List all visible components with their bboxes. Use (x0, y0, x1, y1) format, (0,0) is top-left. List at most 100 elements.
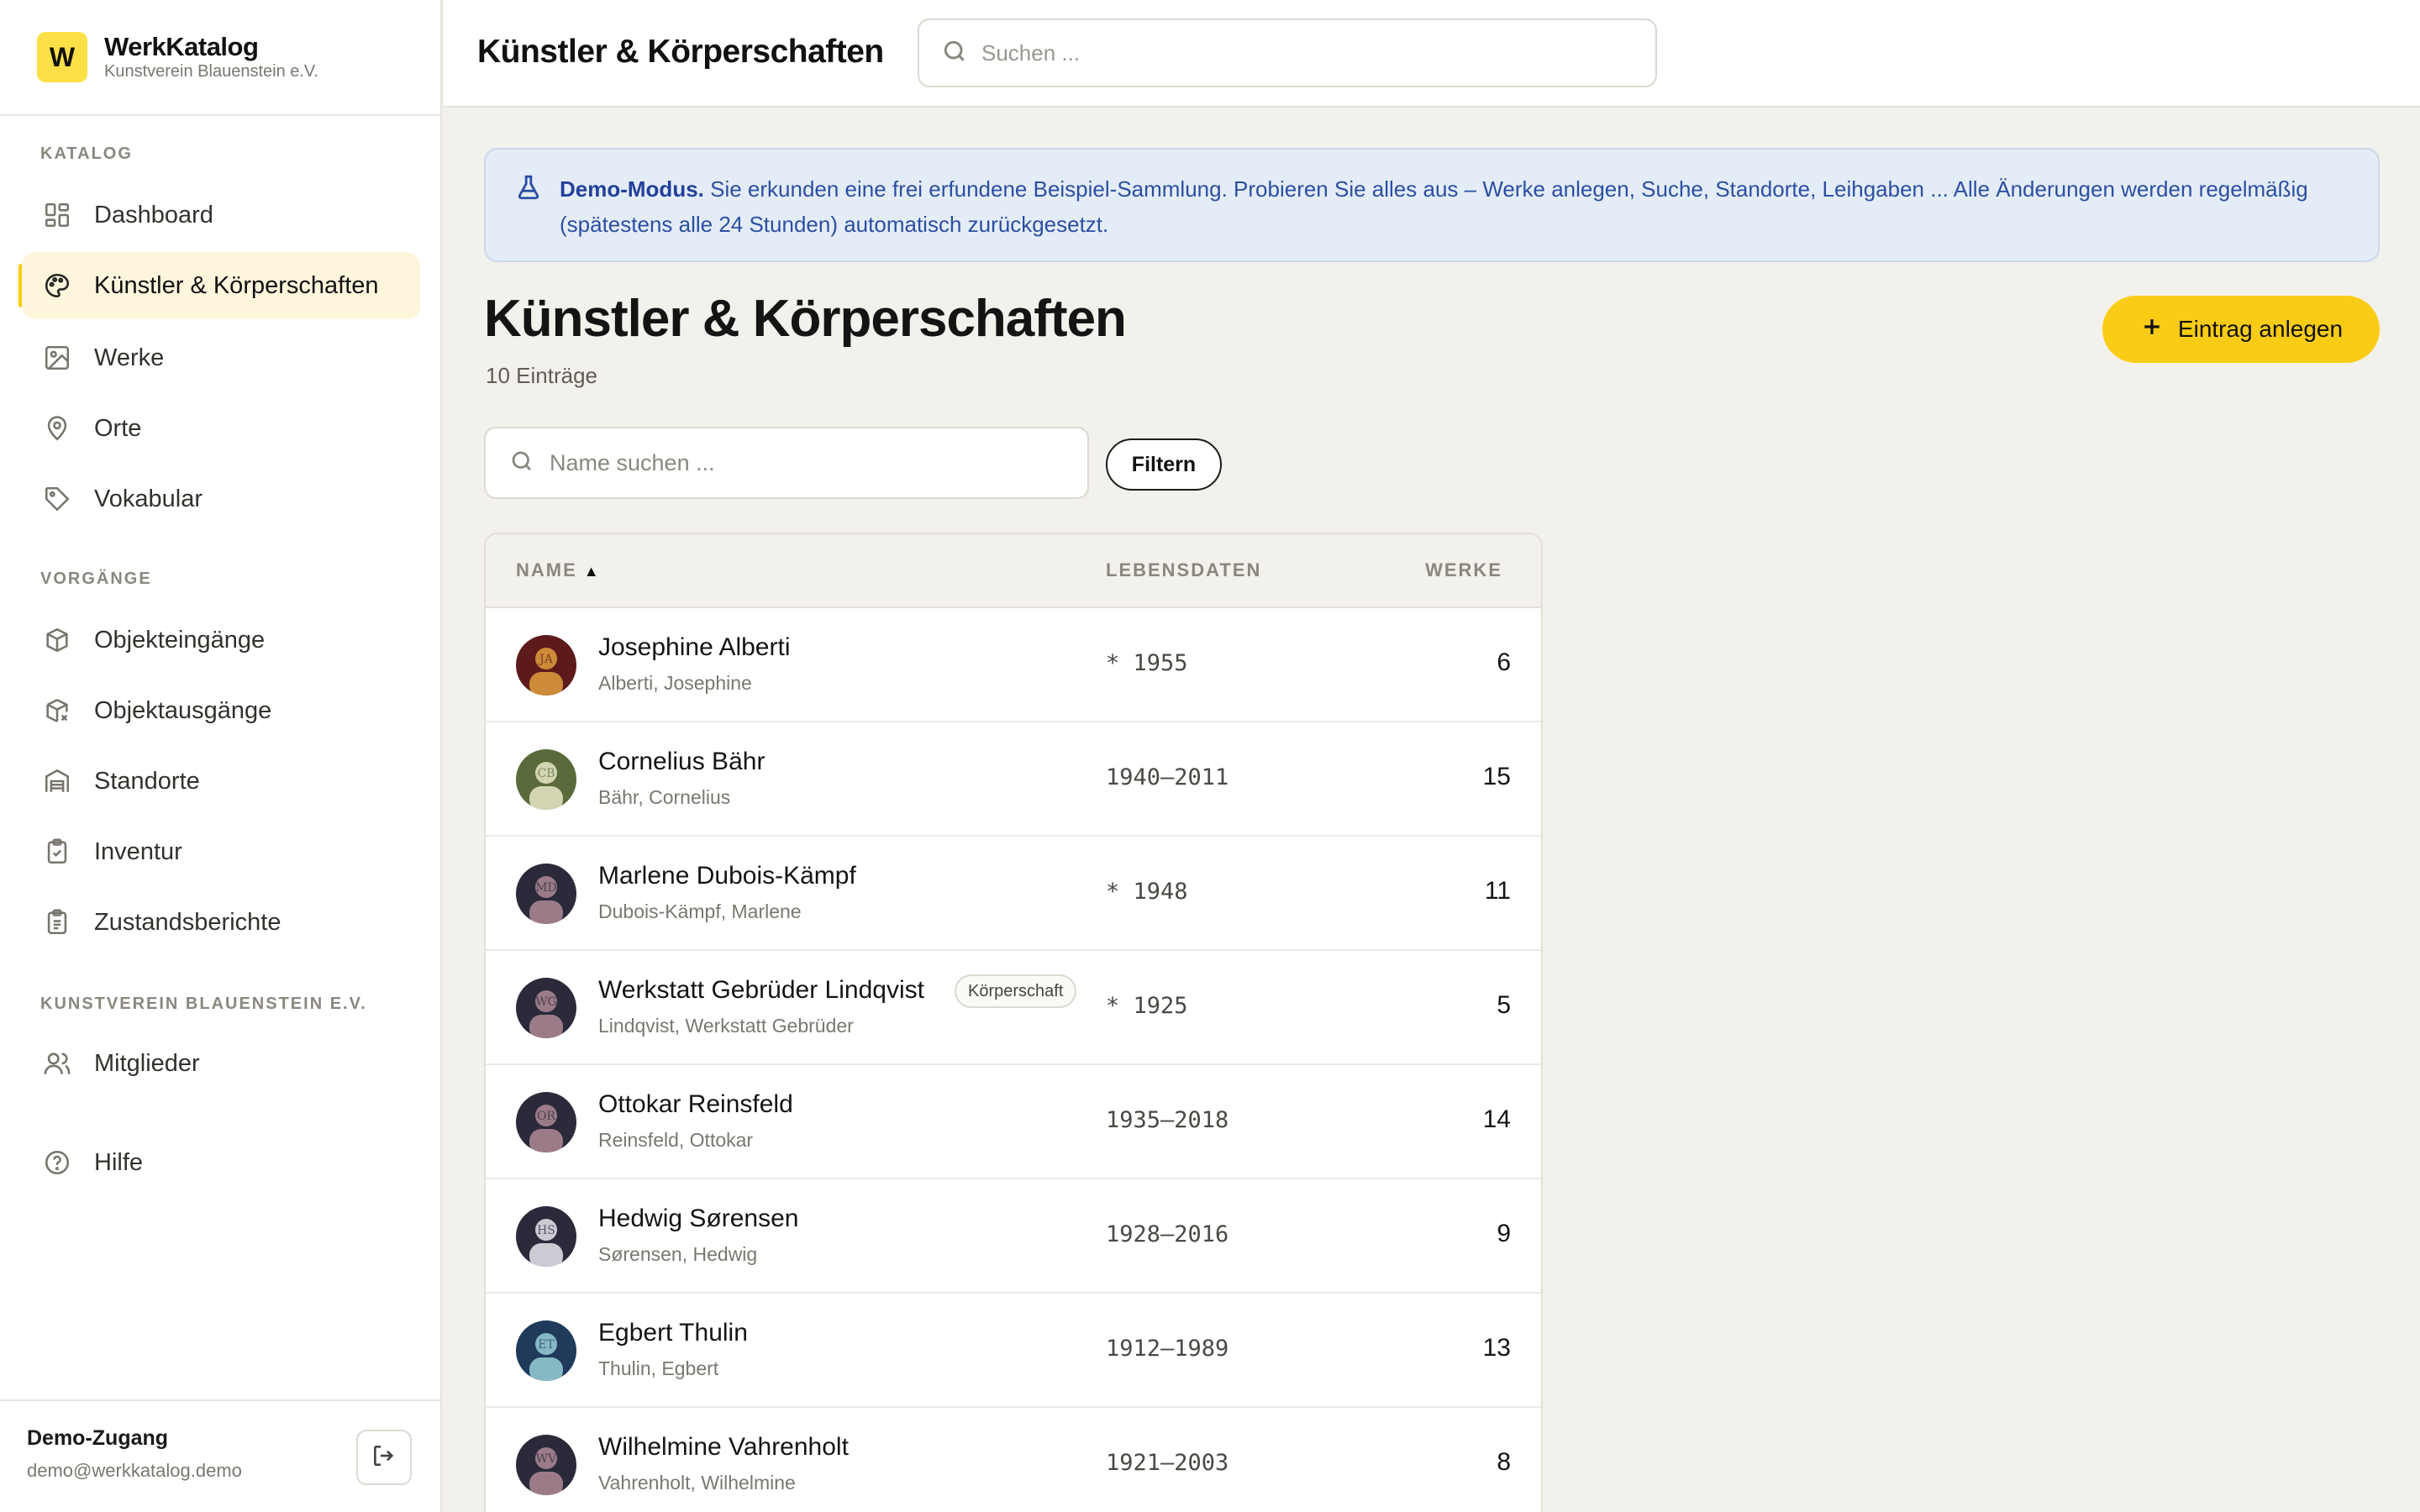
artist-name[interactable]: Marlene Dubois-Kämpf (598, 862, 856, 890)
sidebar-item-inventur[interactable]: Inventur (22, 818, 420, 885)
search-icon (941, 38, 968, 69)
sidebar-item-zustandsberichte[interactable]: Zustandsberichte (22, 889, 420, 956)
demo-banner-text: Demo-Modus. Sie erkunden eine frei erfun… (560, 171, 2344, 242)
name-search[interactable] (484, 427, 1089, 499)
avatar: OR (516, 1092, 576, 1152)
artist-name[interactable]: Egbert Thulin (598, 1319, 748, 1347)
dashboard-icon (42, 200, 72, 230)
avatar: WG (516, 978, 576, 1038)
global-search-input[interactable] (981, 39, 1620, 66)
svg-text:HS: HS (537, 1224, 555, 1237)
works-count: 6 (1497, 648, 1511, 676)
demo-banner-message: Sie erkunden eine frei erfundene Beispie… (560, 176, 2308, 237)
sidebar-item-objekteingaenge[interactable]: Objekteingänge (22, 606, 420, 674)
sidebar-item-label: Standorte (94, 767, 200, 795)
sidebar-item-standorte[interactable]: Standorte (22, 748, 420, 815)
plus-icon (2139, 314, 2178, 345)
artist-name[interactable]: Hedwig Sørensen (598, 1205, 798, 1233)
works-count: 11 (1484, 877, 1511, 905)
sidebar-item-orte[interactable]: Orte (22, 395, 420, 462)
topbar: Künstler & Körperschaften (444, 0, 2420, 108)
logout-icon (371, 1442, 397, 1473)
sidebar-item-label: Objekteingänge (94, 626, 266, 654)
filter-button[interactable]: Filtern (1106, 438, 1222, 491)
package-in-icon (42, 625, 72, 655)
image-icon (42, 343, 72, 373)
sidebar-item-vokabular[interactable]: Vokabular (22, 465, 420, 533)
works-count: 8 (1497, 1448, 1511, 1476)
column-header-dates[interactable]: LEBENSDATEN (1106, 559, 1261, 581)
name-search-input[interactable] (550, 449, 1054, 476)
sidebar-item-dashboard[interactable]: Dashboard (22, 181, 420, 249)
life-dates: 1921–2003 (1106, 1450, 1229, 1476)
brand-subtitle: Kunstverein Blauenstein e.V. (104, 62, 318, 81)
brand[interactable]: W WerkKatalog Kunstverein Blauenstein e.… (0, 0, 440, 116)
artist-sort-name: Lindqvist, Werkstatt Gebrüder (598, 1015, 854, 1037)
sidebar-item-label: Hilfe (94, 1148, 144, 1176)
tag-icon (42, 484, 72, 514)
artist-name[interactable]: Wilhelmine Vahrenholt (598, 1433, 849, 1462)
table-body: JA Josephine Alberti Alberti, Josephine * 1… (486, 608, 1541, 1512)
sidebar-item-label: Künstler & Körperschaften (94, 271, 379, 299)
artist-sort-name: Reinsfeld, Ottokar (598, 1129, 754, 1151)
add-entry-label: Eintrag anlegen (2177, 316, 2344, 342)
global-search[interactable] (918, 18, 1657, 87)
works-count: 15 (1482, 763, 1511, 790)
sidebar-item-hilfe[interactable]: Hilfe (22, 1129, 420, 1196)
type-badge: Körperschaft (955, 974, 1077, 1008)
avatar: MD (516, 864, 576, 924)
sidebar-item-kuenstler[interactable]: Künstler & Körperschaften (22, 252, 420, 319)
logout-button[interactable] (356, 1430, 412, 1485)
brand-logo: W (37, 32, 87, 82)
section-label-verein: KUNSTVEREIN BLAUENSTEIN E.V. (40, 995, 367, 1013)
svg-text:CB: CB (538, 767, 555, 780)
table-row[interactable]: MD Marlene Dubois-Kämpf Dubois-Kämpf, Marl… (486, 837, 1541, 951)
sidebar-item-label: Dashboard (94, 201, 213, 228)
life-dates: * 1925 (1106, 993, 1188, 1019)
artist-name[interactable]: Werkstatt Gebrüder Lindqvist (598, 976, 924, 1005)
package-out-icon (42, 696, 72, 726)
users-icon (42, 1048, 72, 1079)
flask-icon (514, 173, 543, 202)
table-row[interactable]: WV Wilhelmine Vahrenholt Vahrenholt, Wilhe… (486, 1408, 1541, 1512)
artist-sort-name: Dubois-Kämpf, Marlene (598, 900, 802, 922)
sidebar-item-mitglieder[interactable]: Mitglieder (22, 1030, 420, 1097)
artist-name[interactable]: Ottokar Reinsfeld (598, 1090, 793, 1119)
svg-text:WG: WG (535, 995, 557, 1009)
sidebar-item-werke[interactable]: Werke (22, 324, 420, 391)
artist-sort-name: Thulin, Egbert (598, 1357, 719, 1379)
table-row[interactable]: ET Egbert Thulin Thulin, Egbert 1912–1989 13 (486, 1294, 1541, 1408)
brand-name: WerkKatalog (104, 32, 259, 61)
table-row[interactable]: WG Werkstatt Gebrüder Lindqvist Körperscha… (486, 951, 1541, 1065)
palette-icon (42, 270, 72, 301)
table-row[interactable]: JA Josephine Alberti Alberti, Josephine * 1… (486, 608, 1541, 722)
entry-count: 10 Einträge (486, 363, 597, 388)
life-dates: 1935–2018 (1106, 1107, 1229, 1133)
works-count: 5 (1497, 991, 1511, 1019)
sidebar-item-label: Vokabular (94, 485, 203, 512)
warehouse-icon (42, 766, 72, 796)
column-header-works[interactable]: WERKE (1425, 559, 1502, 581)
sidebar-footer: Demo-Zugang demo@werkkatalog.demo (0, 1399, 440, 1512)
column-header-name[interactable]: NAME ▲ (516, 559, 599, 581)
artist-name[interactable]: Josephine Alberti (598, 633, 791, 662)
works-count: 14 (1482, 1105, 1511, 1133)
svg-text:JA: JA (538, 653, 554, 666)
table-row[interactable]: CB Cornelius Bähr Bähr, Cornelius 1940–2011… (486, 722, 1541, 837)
artist-sort-name: Vahrenholt, Wilhelmine (598, 1472, 796, 1494)
sidebar-item-label: Inventur (94, 837, 182, 865)
sidebar-item-objektausgaenge[interactable]: Objektausgänge (22, 677, 420, 744)
artist-sort-name: Sørensen, Hedwig (598, 1243, 758, 1265)
section-label-vorgaenge: VORGÄNGE (40, 570, 152, 588)
table-row[interactable]: HS Hedwig Sørensen Sørensen, Hedwig 1928–20… (486, 1179, 1541, 1294)
user-name: Demo-Zugang (27, 1426, 169, 1450)
avatar: CB (516, 749, 576, 810)
sidebar-item-label: Objektausgänge (94, 696, 272, 724)
add-entry-button[interactable]: Eintrag anlegen (2102, 296, 2380, 363)
artist-name[interactable]: Cornelius Bähr (598, 748, 765, 776)
life-dates: * 1955 (1106, 650, 1188, 676)
demo-banner: Demo-Modus. Sie erkunden eine frei erfun… (484, 148, 2380, 262)
avatar: HS (516, 1206, 576, 1267)
section-label-katalog: KATALOG (40, 144, 133, 163)
table-row[interactable]: OR Ottokar Reinsfeld Reinsfeld, Ottokar 193… (486, 1065, 1541, 1179)
